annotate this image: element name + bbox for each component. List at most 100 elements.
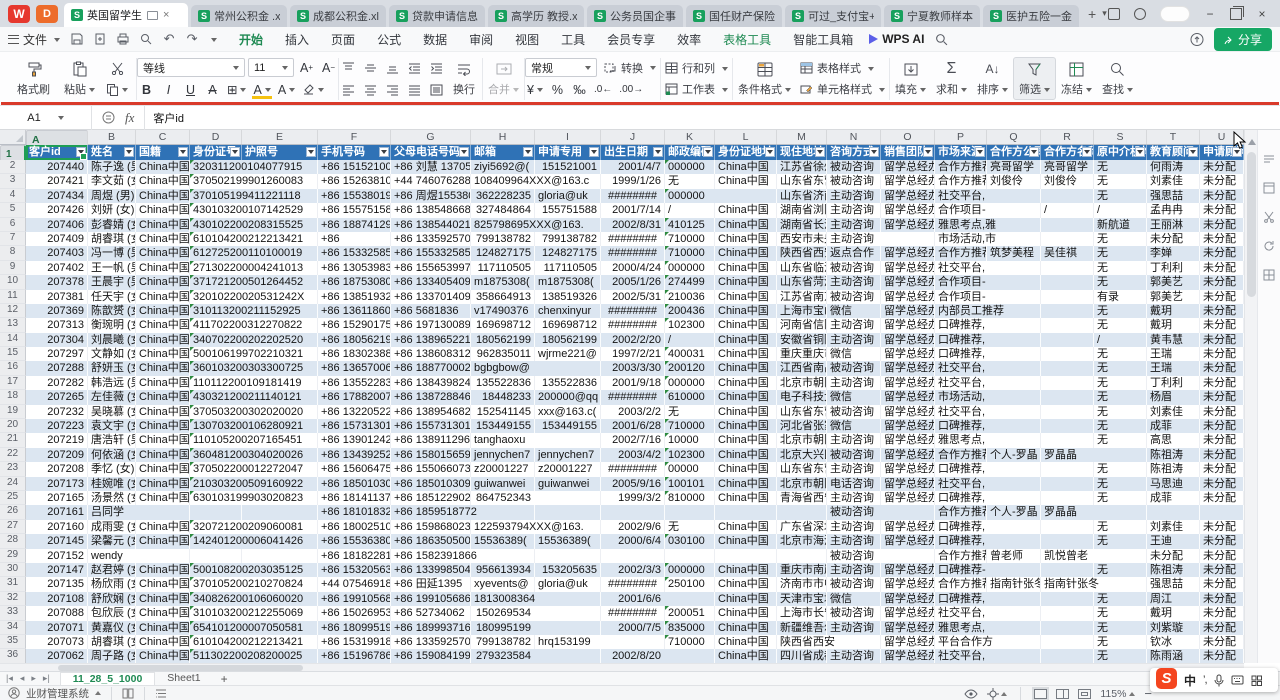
cell[interactable]: 207232 (26, 405, 88, 419)
cell-style-button[interactable]: 单元格样式 (796, 80, 889, 98)
cell[interactable]: China中国 (715, 304, 777, 318)
cell[interactable]: 北京市朝阳 (777, 433, 827, 447)
cell[interactable]: +86 15332585 (318, 246, 391, 260)
borders-button[interactable]: ⊞ (225, 80, 248, 99)
cell[interactable]: 207304 (26, 333, 88, 347)
cell[interactable]: 370105200210270824 (190, 577, 242, 591)
cell[interactable]: +86 1859518772 (391, 505, 471, 519)
cell[interactable]: +86 18101832 (318, 505, 391, 519)
cell[interactable]: 被动咨询 (827, 174, 881, 188)
document-tab[interactable]: S常州公积金 .xlsx (191, 5, 287, 27)
cell[interactable]: 主动咨询 (827, 333, 881, 347)
cell[interactable]: 衡琬明 (女 (88, 318, 136, 332)
cell[interactable]: 马思迪 (1147, 477, 1200, 491)
cell[interactable]: 主动咨询 (827, 232, 881, 246)
font-color-button[interactable]: A (276, 80, 297, 99)
cell[interactable]: 主动咨询 (827, 318, 881, 332)
cell[interactable] (1041, 361, 1094, 375)
cell[interactable]: 内部员工推荐 (935, 304, 987, 318)
cell[interactable] (1147, 505, 1200, 519)
cell[interactable]: 刘晨曦 (女 (88, 333, 136, 347)
cell[interactable]: 370502199901260083 (190, 174, 242, 188)
cell[interactable]: 刘素佳 (1147, 520, 1200, 534)
cell[interactable]: 河南省信阳 (777, 318, 827, 332)
cell[interactable]: 271302200004241013 (190, 261, 242, 275)
cell[interactable]: +86 18099519 (318, 621, 391, 635)
cell[interactable]: 未分配 (1200, 246, 1244, 260)
table-style-button[interactable]: 表格样式 (796, 59, 889, 77)
row-number[interactable]: 32 (0, 592, 26, 606)
cell[interactable]: 重庆重庆市 (777, 347, 827, 361)
cell[interactable]: 留学总经办 (881, 534, 935, 548)
cell[interactable]: 未分配 (1200, 390, 1244, 404)
cell[interactable]: 2001/6/6 (601, 592, 665, 606)
cell[interactable] (987, 462, 1041, 476)
cell[interactable]: +86 田延1395 (391, 577, 471, 591)
ime-language-toggle[interactable]: 中 (1184, 672, 1196, 689)
cell[interactable]: 未分配 (1200, 160, 1244, 174)
cell[interactable]: +86 1553325850 (391, 246, 471, 260)
cell[interactable]: 留学总经办 (881, 275, 935, 289)
cell[interactable]: China中国 (136, 275, 190, 289)
share-button[interactable]: 分享 (1214, 28, 1272, 51)
cell[interactable]: +86 13657006 (318, 361, 391, 375)
last-sheet-icon[interactable]: ▸| (43, 673, 50, 684)
formula-input[interactable]: 客户id (144, 106, 1280, 130)
cell[interactable]: 370105199411221118 (190, 189, 242, 203)
cell[interactable]: China中国 (715, 203, 777, 217)
header-cell[interactable]: 客户id (26, 145, 88, 160)
cell[interactable]: 主动咨询 (827, 189, 881, 203)
cell[interactable]: 未分配 (1200, 419, 1244, 433)
cell[interactable]: +44 07546918 (318, 577, 391, 591)
next-sheet-icon[interactable]: ▸ (31, 673, 36, 684)
cell[interactable] (1041, 304, 1094, 318)
cell[interactable]: ######## (601, 577, 665, 591)
cell[interactable]: 无 (1094, 376, 1147, 390)
cell[interactable]: 无 (1094, 649, 1147, 663)
cell[interactable]: 个人-罗晶 (987, 505, 1041, 519)
document-tab[interactable]: S贷款申请信息.xlsx (389, 5, 485, 27)
cell[interactable]: China中国 (136, 621, 190, 635)
cell[interactable]: 杨眉 (1147, 390, 1200, 404)
cell[interactable] (1041, 347, 1094, 361)
find-button[interactable]: 查找 (1097, 58, 1138, 99)
cell[interactable]: guiwanwei (471, 477, 535, 491)
cell[interactable]: 102300 (665, 448, 715, 462)
row-number[interactable]: 21 (0, 433, 26, 447)
cell[interactable]: 102300 (665, 318, 715, 332)
cell[interactable] (1094, 577, 1147, 591)
cell[interactable]: 留学总经办 (881, 361, 935, 375)
cell[interactable]: 未分配 (1200, 290, 1244, 304)
cell[interactable] (665, 549, 715, 563)
column-header[interactable]: H (471, 130, 535, 144)
cell[interactable]: 黄韦慧 (1147, 333, 1200, 347)
menu-item[interactable]: 页面 (321, 28, 365, 51)
preview-icon[interactable] (139, 32, 153, 46)
cell[interactable]: 2005/1/26 (601, 275, 665, 289)
row-number[interactable]: 2 (0, 160, 26, 174)
cell[interactable]: xxx@163.c( (535, 405, 601, 419)
cell[interactable]: +86 13611860 (318, 304, 391, 318)
cell[interactable]: 季忆 (女) (88, 462, 136, 476)
cell[interactable]: 被动咨询 (827, 290, 881, 304)
column-header[interactable]: J (601, 130, 665, 144)
column-header[interactable]: B (88, 130, 136, 144)
cell[interactable]: China中国 (136, 376, 190, 390)
cell[interactable]: m1875308( (535, 275, 601, 289)
cell[interactable]: 留学总经办 (881, 592, 935, 606)
cell[interactable]: 微信 (827, 592, 881, 606)
column-header[interactable]: Q (987, 130, 1041, 144)
cell[interactable]: +86 1887700021 (391, 361, 471, 375)
row-number[interactable]: 23 (0, 462, 26, 476)
cell[interactable]: 上海市宝山 (777, 304, 827, 318)
row-number[interactable]: 26 (0, 505, 26, 519)
cell[interactable]: 何依涵 (女 (88, 448, 136, 462)
cell[interactable] (1041, 189, 1094, 203)
cell[interactable]: 留学总经办 (881, 433, 935, 447)
filter-button[interactable]: 筛选 (1013, 57, 1056, 100)
cell[interactable]: 207381 (26, 290, 88, 304)
cell[interactable] (1041, 592, 1094, 606)
integrate-mode-icon[interactable] (1134, 8, 1146, 20)
cell[interactable]: China中国 (136, 261, 190, 275)
cell[interactable]: 合作方推荐 (935, 549, 987, 563)
